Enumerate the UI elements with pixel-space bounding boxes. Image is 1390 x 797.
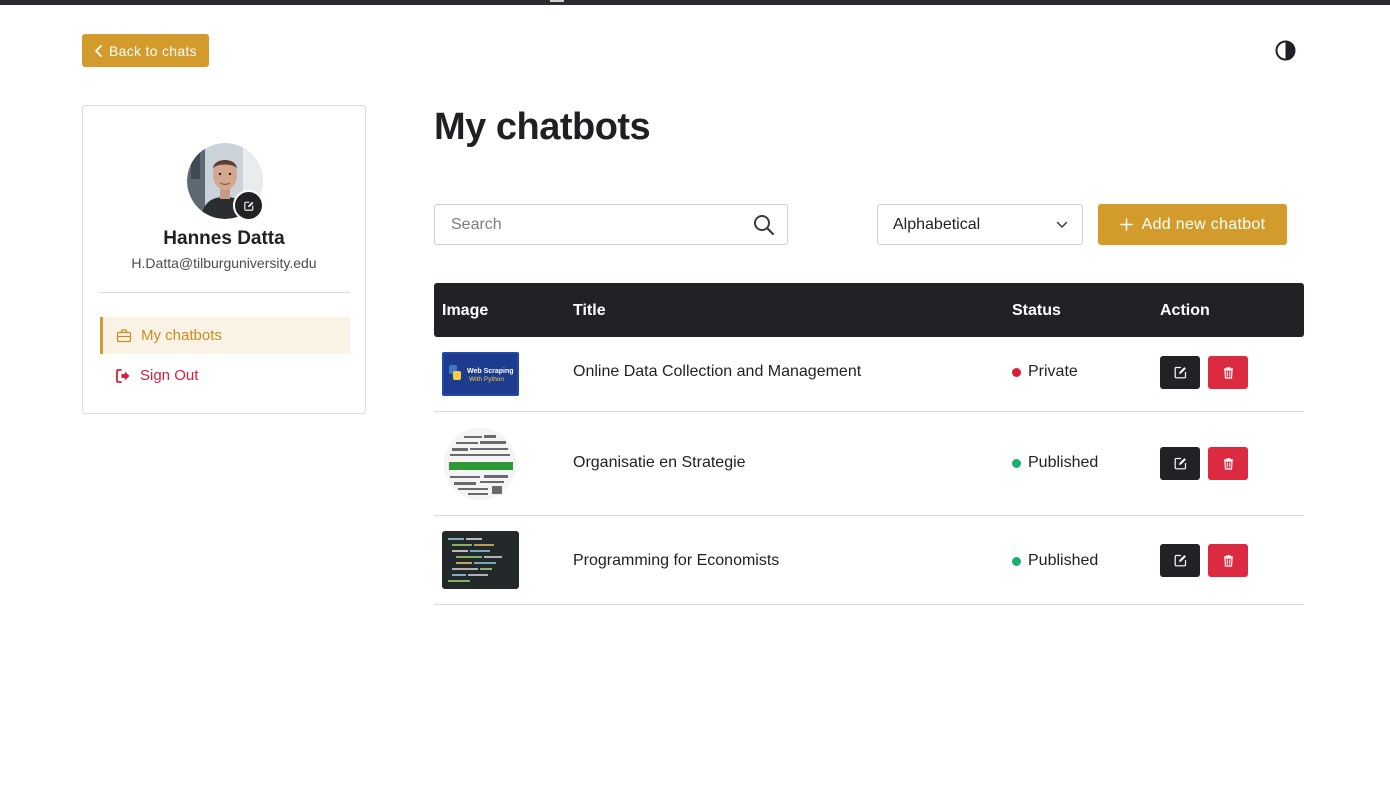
chatbot-title: Online Data Collection and Management — [573, 363, 862, 380]
profile-card: Hannes Datta H.Datta@tilburguniversity.e… — [82, 105, 366, 414]
nav-my-chatbots[interactable]: My chatbots — [100, 317, 350, 354]
table-row: Programming for Economists Published — [434, 516, 1304, 605]
page-title: My chatbots — [434, 106, 651, 148]
chatbot-thumbnail — [442, 531, 519, 594]
status-badge: Published — [1012, 552, 1098, 570]
chevron-down-icon — [1056, 221, 1068, 228]
header-status: Status — [1012, 302, 1061, 319]
edit-icon — [1174, 457, 1186, 470]
status-text: Published — [1028, 552, 1099, 569]
profile-email: H.Datta@tilburguniversity.edu — [131, 255, 317, 271]
header-action: Action — [1160, 302, 1210, 319]
delete-chatbot-button[interactable] — [1208, 447, 1248, 480]
chatbot-title: Organisatie en Strategie — [573, 454, 746, 471]
edit-chatbot-button[interactable] — [1160, 544, 1200, 577]
header-image: Image — [442, 302, 489, 319]
contrast-icon[interactable] — [1275, 40, 1296, 61]
status-badge: Published — [1012, 454, 1098, 472]
chatbot-thumbnail: Web Scraping With Python — [442, 352, 519, 401]
edit-chatbot-button[interactable] — [1160, 447, 1200, 480]
status-dot-published — [1012, 458, 1021, 468]
sign-out-icon — [116, 368, 130, 383]
status-dot-published — [1012, 556, 1021, 566]
delete-chatbot-button[interactable] — [1208, 356, 1248, 389]
chatbots-table: Image Title Status Action Web Scraping W… — [434, 283, 1304, 605]
status-badge: Private — [1012, 363, 1078, 381]
sort-selected-value: Alphabetical — [893, 215, 981, 233]
edit-icon — [1174, 366, 1186, 379]
trash-icon — [1223, 367, 1233, 379]
briefcase-icon — [116, 328, 132, 342]
nav-sign-out[interactable]: Sign Out — [100, 357, 350, 394]
chevron-left-icon — [95, 44, 102, 57]
chatbot-title: Programming for Economists — [573, 552, 780, 569]
window-top-bar — [0, 0, 1390, 5]
edit-icon — [243, 201, 253, 211]
profile-name: Hannes Datta — [163, 228, 285, 249]
profile-divider — [99, 292, 350, 293]
back-to-chats-label: Back to chats — [109, 42, 197, 59]
edit-chatbot-button[interactable] — [1160, 356, 1200, 389]
table-row: Web Scraping With Python Online Data Col… — [434, 337, 1304, 412]
status-text: Private — [1028, 363, 1078, 380]
table-header: Image Title Status Action — [434, 283, 1304, 337]
add-new-chatbot-label: Add new chatbot — [1141, 215, 1266, 233]
search-icon[interactable] — [753, 214, 775, 236]
nav-my-chatbots-label: My chatbots — [141, 327, 222, 344]
search-input[interactable] — [436, 206, 736, 243]
back-to-chats-button[interactable]: Back to chats — [82, 34, 209, 67]
sort-select[interactable]: Alphabetical — [877, 204, 1083, 245]
edit-icon — [1174, 554, 1186, 567]
chatbot-thumbnail — [442, 426, 519, 507]
top-notch — [550, 0, 564, 2]
trash-icon — [1223, 555, 1233, 567]
status-text: Published — [1028, 454, 1099, 471]
nav-sign-out-label: Sign Out — [140, 367, 199, 384]
edit-avatar-button[interactable] — [233, 190, 264, 221]
thumbnail-text-line1: Web Scraping — [467, 368, 514, 375]
search-box — [434, 204, 788, 245]
table-row: Organisatie en Strategie Published — [434, 412, 1304, 516]
trash-icon — [1223, 458, 1233, 470]
header-title: Title — [573, 302, 606, 319]
plus-icon — [1119, 218, 1133, 231]
status-dot-private — [1012, 367, 1021, 377]
delete-chatbot-button[interactable] — [1208, 544, 1248, 577]
thumbnail-text-line2: With Python — [469, 376, 504, 383]
add-new-chatbot-button[interactable]: Add new chatbot — [1098, 204, 1287, 245]
